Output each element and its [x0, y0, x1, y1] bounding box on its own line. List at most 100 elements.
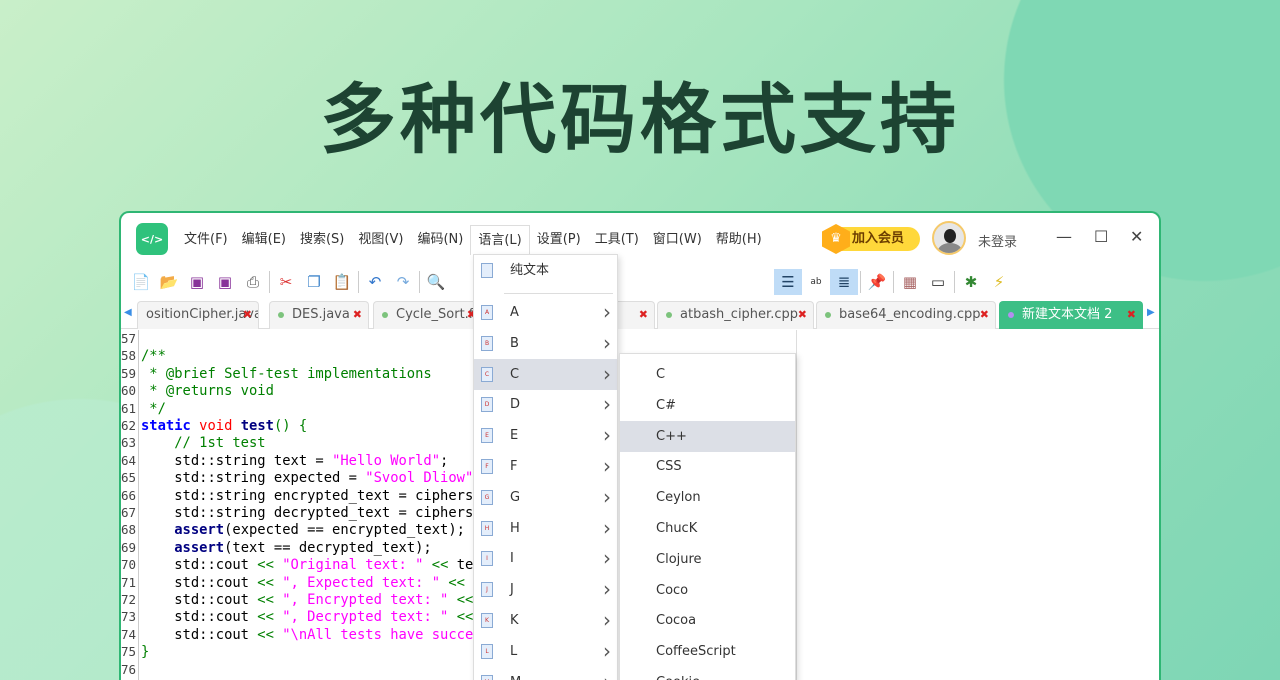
- print-button[interactable]: ⎙: [239, 269, 267, 295]
- tab[interactable]: DES.java ✖: [269, 301, 369, 329]
- submenu-item[interactable]: Coco: [620, 575, 795, 606]
- submenu-item[interactable]: Clojure: [620, 544, 795, 575]
- menu-label: L: [510, 643, 518, 659]
- copy-button[interactable]: ❐: [300, 269, 328, 295]
- code-line: 72 std::cout << ", Encrypted text: " <<: [121, 591, 473, 608]
- minimize-button[interactable]: —: [1056, 227, 1072, 246]
- line-number: 66: [121, 487, 137, 503]
- line-numbers-button[interactable]: ☰: [774, 269, 802, 295]
- file-status-dot-icon: [278, 311, 284, 318]
- submenu-item[interactable]: Cookie: [620, 667, 795, 680]
- tab-close-icon[interactable]: ✖: [639, 302, 648, 328]
- lightning-icon: ⚡: [993, 273, 1005, 291]
- menu-item[interactable]: 编码(N): [410, 225, 470, 255]
- tab-close-icon[interactable]: ✖: [798, 302, 807, 328]
- word-wrap-icon: ab: [810, 277, 822, 287]
- editor-split-divider[interactable]: [796, 330, 797, 680]
- maximize-button[interactable]: ☐: [1094, 227, 1108, 246]
- menu-item[interactable]: 窗口(W): [646, 225, 709, 255]
- menu-item[interactable]: 文件(F): [177, 225, 235, 255]
- line-number: 64: [121, 452, 137, 468]
- menu-item-H[interactable]: H H ›: [474, 513, 617, 544]
- pin-button[interactable]: 📌: [863, 269, 891, 295]
- copy-icon: ❐: [307, 273, 321, 291]
- crown-icon: ♛: [822, 224, 850, 254]
- line-number: 68: [121, 522, 137, 538]
- save-button[interactable]: ▣: [183, 269, 211, 295]
- close-button[interactable]: ✕: [1130, 227, 1143, 246]
- submenu-item[interactable]: C: [620, 359, 795, 390]
- panel-button[interactable]: ▦: [896, 269, 924, 295]
- login-status[interactable]: 未登录: [978, 231, 1017, 250]
- menu-item-E[interactable]: E E ›: [474, 420, 617, 451]
- tab[interactable]: atbash_cipher.cpp ✖: [657, 301, 814, 329]
- menu-item-K[interactable]: K K ›: [474, 605, 617, 636]
- tab-close-icon[interactable]: ✖: [980, 302, 989, 328]
- menu-item[interactable]: 工具(T): [588, 225, 646, 255]
- chevron-right-icon: ›: [603, 361, 611, 386]
- new-file-button[interactable]: 📄: [127, 269, 155, 295]
- menu-item-J[interactable]: J J ›: [474, 574, 617, 605]
- menu-item-M[interactable]: M M ›: [474, 667, 617, 680]
- avatar[interactable]: [932, 221, 966, 255]
- menu-item-D[interactable]: D D ›: [474, 389, 617, 420]
- menu-item[interactable]: 帮助(H): [709, 225, 769, 255]
- save-icon: ▣: [189, 273, 205, 291]
- menu-label: F: [510, 459, 518, 474]
- code-token: ", Expected text: ": [282, 574, 441, 591]
- submenu-item[interactable]: CSS: [620, 451, 795, 482]
- cut-button[interactable]: ✂: [272, 269, 300, 295]
- show-all-chars-button[interactable]: ≣: [830, 269, 858, 295]
- tab-bar: ◀ ositionCipher.java ✖ DES.java ✖ Cycle_Sort…: [121, 301, 1159, 329]
- join-vip-button[interactable]: ♛ 加入会员: [822, 224, 920, 254]
- code-token: <<: [257, 626, 274, 643]
- menu-item-plain-text[interactable]: 纯文本: [474, 255, 617, 286]
- submenu-item[interactable]: C#: [620, 390, 795, 421]
- redo-button[interactable]: ↷: [389, 269, 417, 295]
- menu-item[interactable]: 设置(P): [530, 225, 588, 255]
- submenu-item[interactable]: C++: [620, 420, 795, 452]
- menu-item-A[interactable]: A A ›: [474, 297, 617, 328]
- tab-close-icon[interactable]: ✖: [353, 302, 362, 328]
- menu-item-G[interactable]: G G ›: [474, 482, 617, 513]
- lightning-button[interactable]: ⚡: [985, 269, 1013, 295]
- open-file-button[interactable]: 📂: [155, 269, 183, 295]
- tab-close-icon[interactable]: ✖: [1127, 302, 1136, 328]
- menu-item[interactable]: 搜索(S): [293, 225, 351, 255]
- submenu-item[interactable]: ChucK: [620, 513, 795, 544]
- submenu-item[interactable]: CoffeeScript: [620, 636, 795, 667]
- menu-item-F[interactable]: F F ›: [474, 451, 617, 482]
- code-token: static: [141, 418, 191, 434]
- chevron-right-icon: ›: [603, 515, 611, 540]
- menu-item[interactable]: 视图(V): [351, 225, 410, 255]
- submenu-label: Coco: [656, 582, 689, 598]
- tab[interactable]: Cycle_Sort.fs ✖: [373, 301, 483, 329]
- menu-item-I[interactable]: I I ›: [474, 543, 617, 574]
- bug-button[interactable]: ✱: [957, 269, 985, 295]
- undo-button[interactable]: ↶: [361, 269, 389, 295]
- zoom-in-button[interactable]: 🔍: [422, 269, 450, 295]
- submenu-item[interactable]: Cocoa: [620, 605, 795, 636]
- menu-item[interactable]: 语言(L): [470, 225, 530, 255]
- tab-close-icon[interactable]: ✖: [243, 302, 252, 328]
- tab-scroll-left-icon[interactable]: ◀: [124, 307, 132, 318]
- code-token: assert: [174, 522, 225, 539]
- save-all-button[interactable]: ▣: [211, 269, 239, 295]
- code-line: 76: [121, 661, 141, 678]
- word-wrap-button[interactable]: ab: [802, 269, 830, 295]
- submenu-item[interactable]: Ceylon: [620, 482, 795, 513]
- tab[interactable]: base64_encoding.cpp ✖: [816, 301, 996, 329]
- menu-item-L[interactable]: L L ›: [474, 636, 617, 667]
- menu-item-B[interactable]: B B ›: [474, 328, 617, 359]
- menu-item[interactable]: 编辑(E): [235, 225, 293, 255]
- chevron-right-icon: ›: [603, 392, 611, 417]
- terminal-icon: ▭: [930, 273, 946, 291]
- paste-button[interactable]: 📋: [328, 269, 356, 295]
- terminal-button[interactable]: ▭: [924, 269, 952, 295]
- tab[interactable]: ositionCipher.java ✖: [137, 301, 259, 329]
- tab[interactable]: 新建文本文档 2 ✖: [999, 301, 1143, 329]
- tab-scroll-right-icon[interactable]: ▶: [1147, 307, 1155, 318]
- toolbar-separator: [860, 271, 861, 293]
- menu-item-C[interactable]: C C ›: [474, 358, 617, 390]
